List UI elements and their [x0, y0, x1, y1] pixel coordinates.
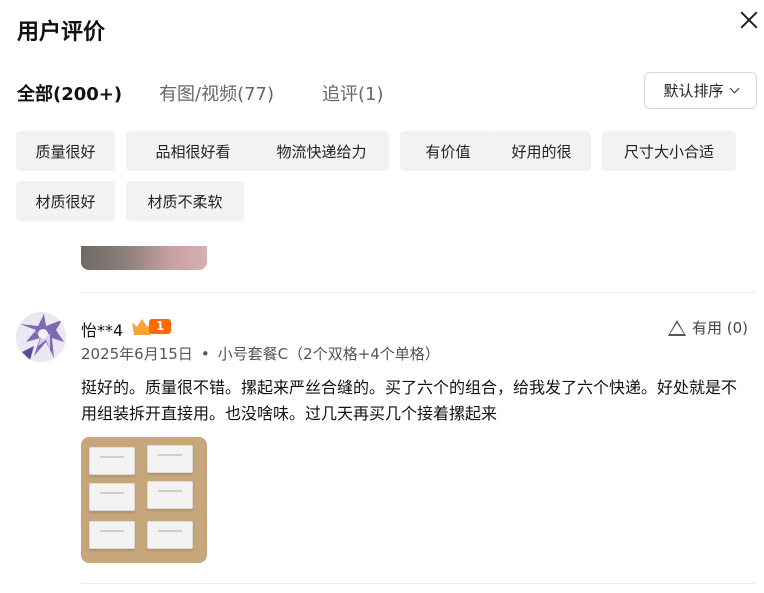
tag-chip[interactable]: 尺寸大小合适	[602, 131, 736, 171]
tag-chip[interactable]: 材质不柔软	[126, 181, 244, 221]
avatar	[16, 312, 66, 362]
tab-follow-up[interactable]: 追评(1)	[322, 80, 384, 106]
product-box	[89, 483, 135, 511]
member-level-badge: 1	[132, 317, 172, 335]
review-content: 挺好的。质量很不错。摞起来严丝合缝的。买了六个的组合，给我发了六个快递。好处就是…	[81, 378, 738, 423]
tag-chip[interactable]: 好用的很	[492, 131, 591, 171]
review-date: 2025年6月15日	[81, 345, 193, 363]
review-meta: 2025年6月15日 • 小号套餐C（2个双格+4个单格）	[81, 343, 440, 364]
helpful-button[interactable]: 有用 (0)	[668, 317, 748, 338]
previous-review-image[interactable]	[81, 246, 207, 270]
divider	[81, 292, 755, 293]
reviewer-name: 怡**4	[81, 321, 124, 340]
sort-dropdown[interactable]: 默认排序	[644, 72, 757, 109]
tag-chip[interactable]: 材质很好	[16, 181, 115, 221]
tag-chip[interactable]: 有价值	[400, 131, 496, 171]
helpful-label: 有用 (0)	[692, 319, 749, 337]
thumb-up-icon	[668, 319, 686, 336]
close-icon[interactable]	[736, 7, 762, 33]
product-variant: 小号套餐C（2个双格+4个单格）	[217, 345, 440, 363]
product-box	[147, 481, 193, 509]
separator-dot: •	[200, 345, 210, 363]
product-box	[147, 521, 193, 549]
chevron-down-icon	[729, 83, 739, 94]
tag-chip[interactable]: 质量很好	[16, 131, 115, 171]
divider	[81, 583, 755, 584]
sort-label: 默认排序	[663, 82, 724, 100]
tag-chip[interactable]: 品相很好看	[126, 131, 260, 171]
page-title: 用户评价	[17, 20, 106, 45]
review-photo[interactable]	[81, 437, 207, 563]
product-box	[89, 447, 135, 475]
tag-chip[interactable]: 物流快递给力	[254, 131, 389, 171]
product-box	[147, 445, 193, 473]
product-box	[89, 521, 135, 549]
level-number: 1	[149, 319, 171, 334]
tab-all[interactable]: 全部(200+)	[17, 80, 122, 106]
tab-with-media[interactable]: 有图/视频(77)	[159, 80, 274, 106]
